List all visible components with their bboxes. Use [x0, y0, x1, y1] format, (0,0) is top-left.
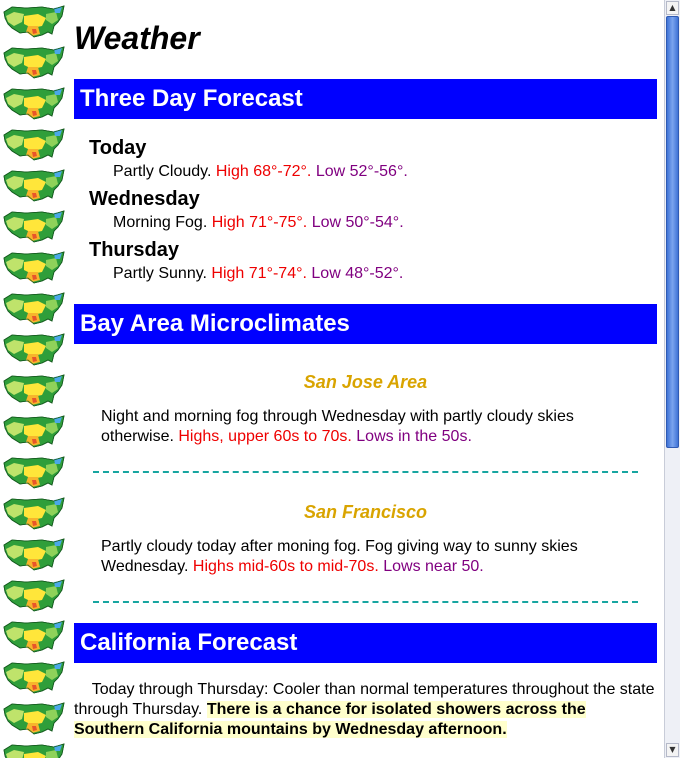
- area-highs: Highs, upper 60s to 70s.: [178, 428, 352, 445]
- us-weather-map-icon: [2, 658, 66, 698]
- us-weather-map-icon: [2, 535, 66, 575]
- page-title: Weather: [74, 20, 200, 56]
- section-divider: [93, 601, 638, 603]
- condition-text: Morning Fog.: [113, 214, 208, 231]
- low-temp: Low 48°-52°.: [311, 265, 404, 282]
- california-forecast-text: Today through Thursday: Cooler than norm…: [74, 680, 657, 740]
- area-title: San Francisco: [303, 502, 428, 522]
- us-weather-map-icon: [2, 699, 66, 739]
- us-weather-map-icon: [2, 84, 66, 124]
- section-divider: [93, 471, 638, 473]
- day-name: Thursday: [89, 239, 180, 261]
- vertical-scrollbar[interactable]: ▲ ▼: [664, 0, 680, 758]
- day-name: Today: [89, 137, 147, 159]
- area-highs: Highs mid-60s to mid-70s.: [192, 558, 379, 575]
- high-temp: High 68°-72°.: [215, 163, 312, 180]
- us-weather-map-icon: [2, 412, 66, 452]
- condition-text: Partly Sunny.: [113, 265, 207, 282]
- us-weather-map-icon: [2, 617, 66, 657]
- us-weather-map-icon: [2, 576, 66, 616]
- area-lows: Lows near 50.: [383, 558, 484, 575]
- us-weather-map-icon: [2, 371, 66, 411]
- section-header-california: California Forecast: [74, 623, 657, 663]
- area-forecast-text: Partly cloudy today after moning fog. Fo…: [101, 537, 621, 577]
- low-temp: Low 52°-56°.: [315, 163, 408, 180]
- arrow-down-icon[interactable]: ▼: [666, 743, 679, 757]
- day-name: Wednesday: [89, 188, 200, 210]
- high-temp: High 71°-75°.: [211, 214, 308, 231]
- area-title: San Jose Area: [303, 372, 428, 392]
- us-weather-map-icon: [2, 289, 66, 329]
- arrow-up-icon[interactable]: ▲: [666, 1, 679, 15]
- us-weather-map-icon: [2, 43, 66, 83]
- us-weather-map-icon: [2, 494, 66, 534]
- day-forecast: Partly Cloudy. High 68°-72°. Low 52°-56°…: [113, 163, 408, 181]
- us-weather-map-icon: [2, 740, 66, 758]
- section-header-microclimates: Bay Area Microclimates: [74, 304, 657, 344]
- us-weather-map-icon: [2, 453, 66, 493]
- map-strip: [0, 0, 68, 758]
- us-weather-map-icon: [2, 166, 66, 206]
- us-weather-map-icon: [2, 207, 66, 247]
- us-weather-map-icon: [2, 248, 66, 288]
- section-header-three-day: Three Day Forecast: [74, 79, 657, 119]
- condition-text: Partly Cloudy.: [113, 163, 212, 180]
- area-forecast-text: Night and morning fog through Wednesday …: [101, 407, 621, 447]
- scrollbar-thumb[interactable]: [666, 16, 679, 448]
- day-forecast: Partly Sunny. High 71°-74°. Low 48°-52°.: [113, 265, 403, 283]
- day-forecast: Morning Fog. High 71°-75°. Low 50°-54°.: [113, 214, 404, 232]
- us-weather-map-icon: [2, 2, 66, 42]
- us-weather-map-icon: [2, 330, 66, 370]
- us-weather-map-icon: [2, 125, 66, 165]
- area-lows: Lows in the 50s.: [356, 428, 472, 445]
- high-temp: High 71°-74°.: [211, 265, 307, 282]
- low-temp: Low 50°-54°.: [311, 214, 404, 231]
